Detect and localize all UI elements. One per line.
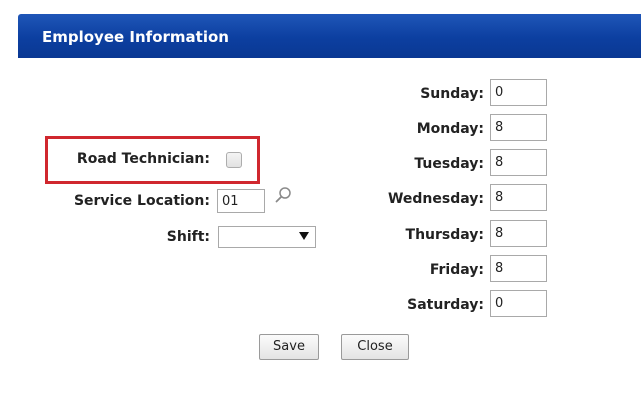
service-location-label: Service Location: <box>73 193 210 209</box>
wednesday-label: Wednesday: <box>387 191 484 207</box>
monday-label: Monday: <box>416 121 484 137</box>
thursday-label: Thursday: <box>405 227 484 243</box>
service-location-input[interactable] <box>217 189 265 213</box>
sunday-label: Sunday: <box>420 86 484 102</box>
monday-hours-input[interactable] <box>490 114 547 141</box>
saturday-label: Saturday: <box>407 297 484 313</box>
wednesday-hours-input[interactable] <box>490 184 547 211</box>
saturday-hours-input[interactable] <box>490 290 547 317</box>
shift-label: Shift: <box>166 229 210 245</box>
road-technician-checkbox[interactable] <box>226 152 242 168</box>
friday-label: Friday: <box>429 262 484 278</box>
sunday-hours-input[interactable] <box>490 79 547 106</box>
thursday-hours-input[interactable] <box>490 220 547 247</box>
chevron-down-icon <box>299 232 309 240</box>
shift-select[interactable] <box>218 226 316 248</box>
tuesday-label: Tuesday: <box>414 156 484 172</box>
tuesday-hours-input[interactable] <box>490 149 547 176</box>
dialog-title: Employee Information <box>42 28 229 46</box>
friday-hours-input[interactable] <box>490 255 547 282</box>
magnifier-icon[interactable] <box>274 186 292 204</box>
road-technician-label: Road Technician: <box>76 151 210 167</box>
save-button[interactable]: Save <box>259 334 319 360</box>
dialog-title-bar: Employee Information <box>18 14 641 58</box>
close-button[interactable]: Close <box>341 334 409 360</box>
